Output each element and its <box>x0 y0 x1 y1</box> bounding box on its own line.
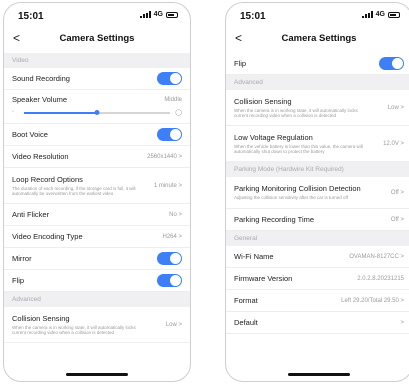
boot-voice-toggle[interactable] <box>157 128 182 141</box>
signal-icon <box>361 11 373 18</box>
setting-label: Mirror <box>12 254 32 263</box>
network-label: 4G <box>153 11 163 18</box>
setting-row-sound-recording[interactable]: Sound Recording <box>4 68 190 90</box>
setting-label: Format <box>234 296 258 305</box>
nav-bar: < Camera Settings <box>4 29 190 51</box>
setting-row-parking-recording-time[interactable]: Parking Recording Time Off > <box>226 209 409 231</box>
home-indicator <box>288 373 350 376</box>
setting-label: Parking Recording Time <box>234 215 315 224</box>
sound-recording-toggle[interactable] <box>157 72 182 85</box>
setting-row-firmware-version[interactable]: Firmware Version 2.0.2.8.20231215 <box>226 268 409 290</box>
setting-row-loop-record-options[interactable]: Loop Record Options The duration of each … <box>4 168 190 204</box>
flip-toggle[interactable] <box>379 57 404 70</box>
setting-description: When the camera is in working state, it … <box>234 107 358 119</box>
setting-row-flip[interactable]: Flip <box>4 270 190 292</box>
battery-icon <box>388 11 400 18</box>
setting-label: Loop Record Options <box>12 174 83 184</box>
status-time: 15:01 <box>240 11 266 22</box>
setting-row-speaker-volume: Speaker Volume Middle ◦ ◯ <box>4 90 190 124</box>
slider-fill <box>24 112 97 114</box>
home-indicator <box>66 373 128 376</box>
signal-icon <box>139 11 151 18</box>
setting-row-flip[interactable]: Flip <box>226 53 409 75</box>
setting-value: Off > <box>390 216 404 223</box>
setting-label: Parking Monitoring Collision Detection <box>234 184 361 194</box>
setting-label: Firmware Version <box>234 274 293 283</box>
slider-handle[interactable] <box>94 110 100 115</box>
status-indicators: 4G <box>139 11 178 18</box>
setting-label: Video Encoding Type <box>12 232 83 241</box>
setting-row-default[interactable]: Default > <box>226 312 409 334</box>
volume-high-icon: ◯ <box>175 110 182 116</box>
setting-value: OVAMAN-8127CC > <box>349 253 404 260</box>
setting-row-collision-sensing[interactable]: Collision Sensing When the camera is in w… <box>226 90 409 126</box>
setting-label: Boot Voice <box>12 130 48 139</box>
setting-value: Left 29.20/Total 29.50 > <box>341 297 404 304</box>
setting-label: Flip <box>12 276 25 285</box>
phone-screen-left: 15:01 4G < Camera Settings Video Sound Re… <box>3 2 191 382</box>
setting-row-low-voltage-regulation[interactable]: Low Voltage Regulation When the vehicle b… <box>226 126 409 162</box>
setting-row-mirror[interactable]: Mirror <box>4 248 190 270</box>
setting-description: The duration of each recording, if the s… <box>12 185 136 197</box>
setting-label: Wi-Fi Name <box>234 252 274 261</box>
setting-row-anti-flicker[interactable]: Anti Flicker No > <box>4 204 190 226</box>
setting-description: When the vehicle battery is lower than t… <box>234 143 363 155</box>
status-indicators: 4G <box>361 11 400 18</box>
setting-label: Low Voltage Regulation <box>234 132 313 142</box>
status-bar: 15:01 4G <box>4 3 190 27</box>
setting-value: 12.0V > <box>383 140 404 147</box>
page-title: Camera Settings <box>281 33 357 44</box>
section-header-advanced: Advanced <box>226 75 409 90</box>
setting-label: Collision Sensing <box>234 96 292 106</box>
volume-slider[interactable]: ◦ ◯ <box>12 108 182 118</box>
setting-value: 2560x1440 > <box>147 153 182 160</box>
setting-row-collision-sensing[interactable]: Collision Sensing When the camera is in w… <box>4 307 190 343</box>
setting-row-video-encoding-type[interactable]: Video Encoding Type H264 > <box>4 226 190 248</box>
setting-label: Sound Recording <box>12 74 70 83</box>
setting-value: Low > <box>165 321 182 328</box>
battery-icon <box>166 11 178 18</box>
setting-value: H264 > <box>162 233 182 240</box>
mirror-toggle[interactable] <box>157 252 182 265</box>
flip-toggle[interactable] <box>157 274 182 287</box>
setting-value: 1 minute > <box>153 182 182 189</box>
settings-list[interactable]: Video Sound Recording Speaker Volume Middle… <box>4 53 190 369</box>
settings-list[interactable]: Flip Advanced Collision Sensing When the ca… <box>226 53 409 369</box>
setting-description: When the camera is in working state, it … <box>12 324 136 336</box>
setting-label: Video Resolution <box>12 152 69 161</box>
nav-bar: < Camera Settings <box>226 29 409 51</box>
setting-label: Flip <box>234 59 247 68</box>
setting-row-wi-fi-name[interactable]: Wi-Fi Name OVAMAN-8127CC > <box>226 246 409 268</box>
setting-value: Low > <box>387 104 404 111</box>
setting-row-video-resolution[interactable]: Video Resolution 2560x1440 > <box>4 146 190 168</box>
volume-low-icon: ◦ <box>12 109 15 115</box>
setting-label: Speaker Volume <box>12 95 68 104</box>
section-header-general: General <box>226 231 409 246</box>
section-header-parking-mode-hardwire-kit-required: Parking Mode (Hardwire Kit Required) <box>226 162 409 177</box>
setting-label: Default <box>234 318 258 327</box>
setting-row-parking-monitoring-collision-detection[interactable]: Parking Monitoring Collision Detection Ad… <box>226 177 409 209</box>
setting-value: Off > <box>390 189 404 196</box>
setting-row-format[interactable]: Format Left 29.20/Total 29.50 > <box>226 290 409 312</box>
setting-value: Middle <box>164 96 182 103</box>
setting-label: Collision Sensing <box>12 313 70 323</box>
setting-value: > <box>400 319 404 326</box>
section-header-advanced: Advanced <box>4 292 190 307</box>
section-header-video: Video <box>4 53 190 68</box>
phone-screen-right: 15:01 4G < Camera Settings Flip Advanced C… <box>225 2 409 382</box>
setting-value: 2.0.2.8.20231215 <box>357 275 404 282</box>
setting-row-boot-voice[interactable]: Boot Voice <box>4 124 190 146</box>
status-bar: 15:01 4G <box>226 3 409 27</box>
setting-label: Anti Flicker <box>12 210 50 219</box>
setting-value: No > <box>169 211 182 218</box>
network-label: 4G <box>375 11 385 18</box>
setting-description: Adjusting the collision sensitivity afte… <box>234 195 348 201</box>
page-title: Camera Settings <box>59 33 135 44</box>
status-time: 15:01 <box>18 11 44 22</box>
